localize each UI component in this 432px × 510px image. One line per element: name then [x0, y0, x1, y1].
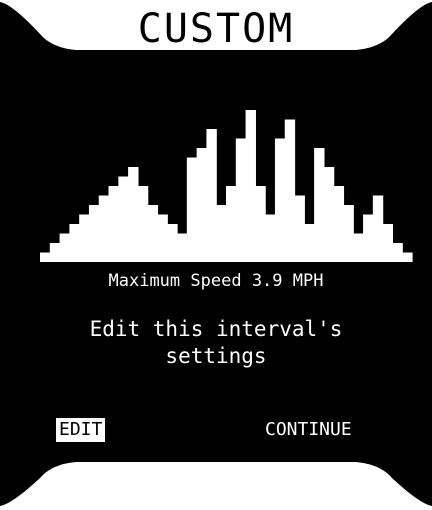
profile-segment [372, 195, 384, 262]
profile-segment [79, 214, 90, 262]
profile-segment [128, 167, 139, 262]
edit-prompt: Edit this interval's settings [0, 316, 432, 370]
bottom-plate [0, 462, 432, 510]
interval-profile-chart [40, 110, 413, 262]
profile-segment [333, 186, 345, 262]
profile-segment [137, 186, 149, 262]
profile-segment [157, 214, 168, 262]
profile-segment [245, 110, 256, 262]
profile-segment [323, 167, 335, 262]
profile-segment [88, 205, 100, 262]
profile-segment [402, 252, 413, 262]
profile-segment [265, 214, 276, 262]
profile-segment [59, 233, 70, 262]
profile-segment [206, 129, 217, 262]
profile-segment [147, 205, 159, 262]
profile-segment [353, 233, 364, 262]
edit-button[interactable]: EDIT [56, 418, 106, 442]
profile-segment [40, 252, 51, 262]
profile-segment [235, 138, 247, 262]
page-title: CUSTOM [137, 6, 295, 52]
continue-button[interactable]: CONTINUE [262, 418, 355, 442]
treadmill-console-screen: CUSTOM Maximum Speed 3.9 MPH Edit this i… [0, 0, 432, 510]
profile-segment [226, 186, 237, 262]
profile-segment [196, 148, 208, 262]
speed-value: 3.9 [251, 271, 283, 291]
profile-segment [274, 138, 286, 262]
profile-segment [314, 148, 325, 262]
profile-segment [177, 233, 188, 262]
profile-segment [392, 243, 403, 262]
profile-segment [343, 205, 354, 262]
max-speed-readout: Maximum Speed 3.9 MPH [0, 268, 432, 294]
speed-label: Maximum Speed [108, 271, 242, 291]
profile-segment [382, 224, 394, 262]
profile-segment [294, 195, 305, 262]
profile-segment [69, 224, 80, 262]
profile-segment [98, 195, 110, 262]
profile-segment [167, 224, 178, 262]
prompt-line-1: Edit this interval's [89, 317, 343, 341]
profile-segment [255, 186, 266, 262]
profile-segment [186, 157, 198, 262]
profile-segment [216, 205, 227, 262]
profile-segment [304, 224, 315, 262]
profile-segment [108, 186, 119, 262]
prompt-line-2: settings [165, 344, 267, 368]
profile-segment [49, 243, 61, 262]
profile-segment [363, 214, 374, 262]
speed-unit: MPH [292, 271, 324, 291]
profile-segment [284, 119, 296, 262]
profile-segment [118, 176, 129, 262]
